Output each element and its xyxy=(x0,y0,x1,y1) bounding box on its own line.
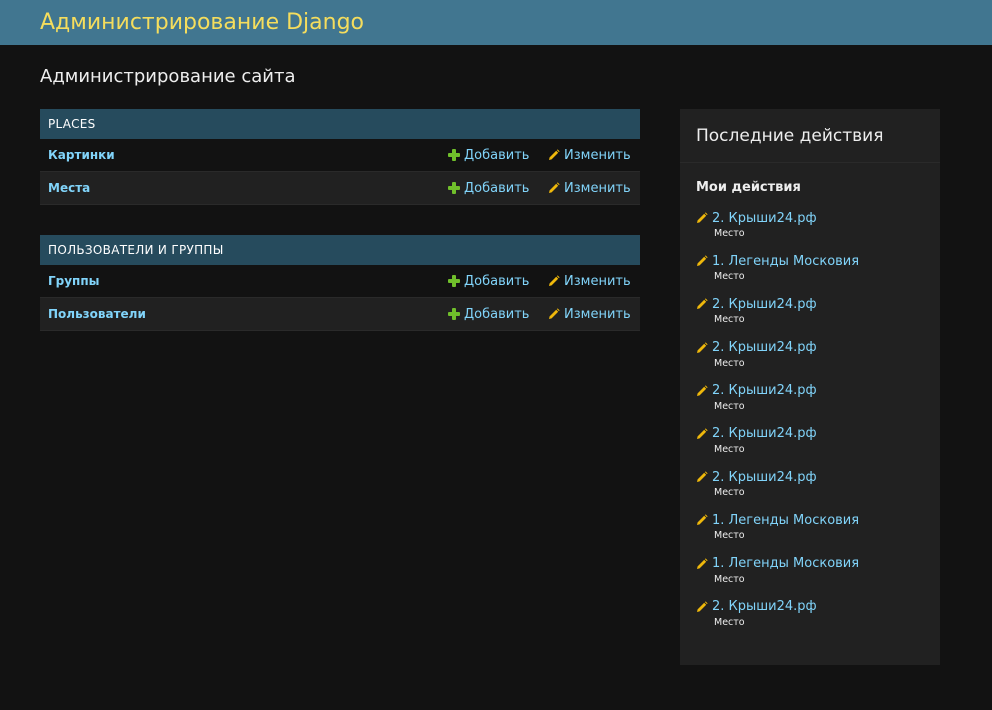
action-item-link[interactable]: 1. Легенды Московия xyxy=(712,254,859,269)
action-item-type: Место xyxy=(714,228,745,239)
model-link-mesta[interactable]: Места xyxy=(48,181,448,195)
plus-icon xyxy=(448,308,460,320)
action-list: 2. Крыши24.рф Место 1. Легенды Московия … xyxy=(680,209,940,641)
list-item: 1. Легенды Московия Место xyxy=(696,555,940,598)
change-button-kartinki[interactable]: Изменить xyxy=(548,148,640,163)
action-item-link[interactable]: 2. Крыши24.рф xyxy=(712,426,817,441)
app-list: PLACES Картинки Добавить Изменить Места … xyxy=(40,109,640,361)
list-item: 2. Крыши24.рф Место xyxy=(696,425,940,468)
list-item: 2. Крыши24.рф Место xyxy=(696,339,940,382)
plus-icon xyxy=(448,182,460,194)
pencil-icon xyxy=(697,471,708,483)
list-item: 2. Крыши24.рф Место xyxy=(696,382,940,425)
action-item-link[interactable]: 2. Крыши24.рф xyxy=(712,470,817,485)
site-brand-link[interactable]: Администрирование Django xyxy=(40,10,364,35)
action-item-type: Место xyxy=(714,443,745,455)
model-row-mesta: Места Добавить Изменить xyxy=(40,172,640,205)
pencil-icon xyxy=(697,298,708,310)
plus-icon xyxy=(448,149,460,161)
module-caption-auth[interactable]: ПОЛЬЗОВАТЕЛИ И ГРУППЫ xyxy=(40,235,640,265)
action-item-link[interactable]: 2. Крыши24.рф xyxy=(712,599,817,614)
action-item-type: Место xyxy=(714,487,745,499)
module-auth: ПОЛЬЗОВАТЕЛИ И ГРУППЫ Группы Добавить Из… xyxy=(40,235,640,331)
model-link-gruppy[interactable]: Группы xyxy=(48,274,448,288)
pencil-icon xyxy=(549,308,560,319)
change-button-polzovateli[interactable]: Изменить xyxy=(548,307,640,322)
pencil-icon xyxy=(697,514,708,526)
site-header: Администрирование Django xyxy=(0,0,992,45)
action-item-type: Место xyxy=(714,400,745,412)
list-item: 1. Легенды Московия Место xyxy=(696,252,940,295)
change-label: Изменить xyxy=(564,147,631,163)
change-button-gruppy[interactable]: Изменить xyxy=(548,274,640,289)
list-item: 2. Крыши24.рф Место xyxy=(696,295,940,338)
add-label: Добавить xyxy=(464,180,530,196)
recent-actions-sidebar: Последние действия Мои действия 2. Крыши… xyxy=(680,109,940,665)
model-row-gruppy: Группы Добавить Изменить xyxy=(40,265,640,298)
pencil-icon xyxy=(697,341,708,353)
module-places: PLACES Картинки Добавить Изменить Места … xyxy=(40,109,640,205)
model-row-kartinki: Картинки Добавить Изменить xyxy=(40,139,640,172)
change-button-mesta[interactable]: Изменить xyxy=(548,181,640,196)
action-item-type: Место xyxy=(714,616,745,628)
list-item: 2. Крыши24.рф Место xyxy=(696,598,940,641)
pencil-icon xyxy=(697,601,708,612)
model-link-polzovateli[interactable]: Пользователи xyxy=(48,307,448,321)
pencil-icon xyxy=(697,557,708,569)
action-item-type: Место xyxy=(714,314,745,326)
add-button-gruppy[interactable]: Добавить xyxy=(448,274,548,289)
add-label: Добавить xyxy=(464,306,530,322)
change-label: Изменить xyxy=(564,306,631,322)
action-item-link[interactable]: 1. Легенды Московия xyxy=(712,513,859,528)
page-title: Администрирование сайта xyxy=(40,66,296,87)
model-link-kartinki[interactable]: Картинки xyxy=(48,148,448,162)
action-item-link[interactable]: 1. Легенды Московия xyxy=(712,556,859,571)
pencil-icon xyxy=(697,212,708,223)
my-actions-heading: Мои действия xyxy=(696,180,801,195)
list-item: 2. Крыши24.рф Место xyxy=(696,209,940,252)
list-item: 1. Легенды Московия Место xyxy=(696,511,940,554)
action-item-type: Место xyxy=(714,573,745,585)
model-row-polzovateli: Пользователи Добавить Изменить xyxy=(40,298,640,331)
add-label: Добавить xyxy=(464,273,530,289)
action-item-link[interactable]: 2. Крыши24.рф xyxy=(712,297,817,312)
module-caption-places[interactable]: PLACES xyxy=(40,109,640,139)
add-button-mesta[interactable]: Добавить xyxy=(448,181,548,196)
add-button-kartinki[interactable]: Добавить xyxy=(448,148,548,163)
pencil-icon xyxy=(549,275,560,286)
pencil-icon xyxy=(549,149,560,160)
action-item-type: Место xyxy=(714,530,745,542)
action-item-type: Место xyxy=(714,357,745,369)
pencil-icon xyxy=(549,182,560,193)
change-label: Изменить xyxy=(564,273,631,289)
list-item: 2. Крыши24.рф Место xyxy=(696,468,940,511)
action-item-type: Место xyxy=(714,271,745,283)
plus-icon xyxy=(448,275,460,287)
pencil-icon xyxy=(697,255,708,267)
add-button-polzovateli[interactable]: Добавить xyxy=(448,307,548,322)
pencil-icon xyxy=(697,428,708,439)
action-item-link[interactable]: 2. Крыши24.рф xyxy=(712,383,817,398)
pencil-icon xyxy=(697,385,708,396)
change-label: Изменить xyxy=(564,180,631,196)
sidebar-title: Последние действия xyxy=(680,109,940,163)
action-item-link[interactable]: 2. Крыши24.рф xyxy=(712,211,817,226)
action-item-link[interactable]: 2. Крыши24.рф xyxy=(712,340,817,355)
add-label: Добавить xyxy=(464,147,530,163)
